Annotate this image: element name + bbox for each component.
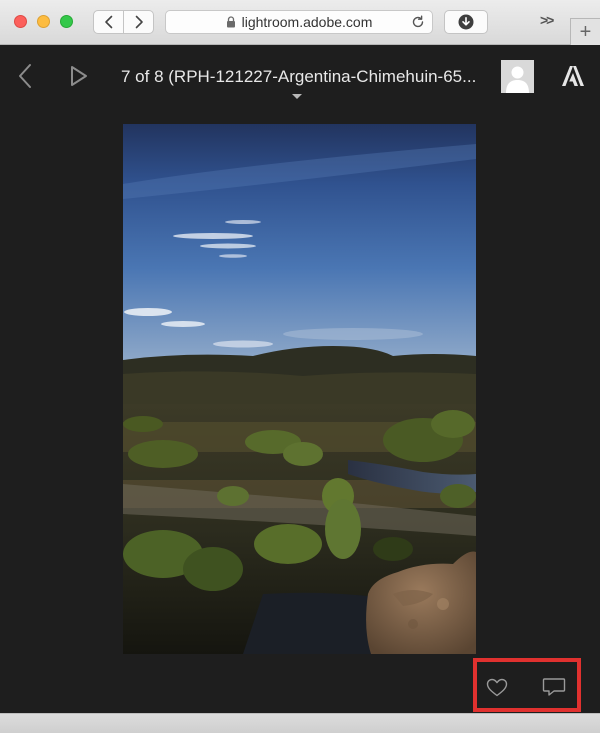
browser-back-button[interactable] [93, 10, 124, 34]
new-tab-button[interactable]: + [570, 18, 600, 45]
browser-toolbar: lightroom.adobe.com >> + [0, 0, 600, 45]
window-minimize-button[interactable] [37, 15, 50, 28]
browser-forward-button[interactable] [123, 10, 154, 34]
slideshow-play-button[interactable] [68, 64, 90, 88]
window-zoom-button[interactable] [60, 15, 73, 28]
toolbar-overflow-button[interactable]: >> [540, 12, 554, 28]
adobe-logo[interactable] [561, 65, 585, 87]
lock-icon [226, 16, 236, 28]
comment-button[interactable] [541, 676, 567, 698]
previous-photo-button[interactable] [16, 63, 36, 89]
caret-down-icon[interactable] [292, 94, 302, 99]
chevron-left-icon [104, 15, 112, 29]
photo-actions-bar [0, 655, 600, 713]
downloads-button[interactable] [444, 10, 488, 34]
viewer-header: 7 of 8 (RPH-121227-Argentina-Chimehuin-6… [0, 45, 600, 110]
heart-icon [486, 678, 508, 696]
user-avatar-icon [501, 60, 534, 93]
window-close-button[interactable] [14, 15, 27, 28]
chevron-left-icon [19, 64, 31, 88]
photo-title[interactable]: 7 of 8 (RPH-121227-Argentina-Chimehuin-6… [121, 67, 481, 87]
reload-icon[interactable] [411, 15, 425, 29]
photo-stage [0, 110, 600, 655]
chevron-right-icon [135, 15, 143, 29]
url-text: lightroom.adobe.com [241, 14, 373, 30]
browser-window: lightroom.adobe.com >> + 7 of 8 (RPH-121… [0, 0, 600, 733]
address-bar[interactable]: lightroom.adobe.com [165, 10, 433, 34]
comment-icon [542, 678, 566, 696]
overflow-chevrons-icon: >> [540, 12, 554, 28]
user-avatar[interactable] [501, 60, 534, 93]
download-icon [458, 14, 474, 30]
plus-icon: + [579, 20, 592, 43]
like-button[interactable] [484, 676, 510, 698]
adobe-logo-icon [562, 66, 584, 86]
play-icon [71, 66, 87, 86]
browser-bottom-edge [0, 713, 600, 733]
landscape-photo[interactable] [123, 124, 476, 654]
